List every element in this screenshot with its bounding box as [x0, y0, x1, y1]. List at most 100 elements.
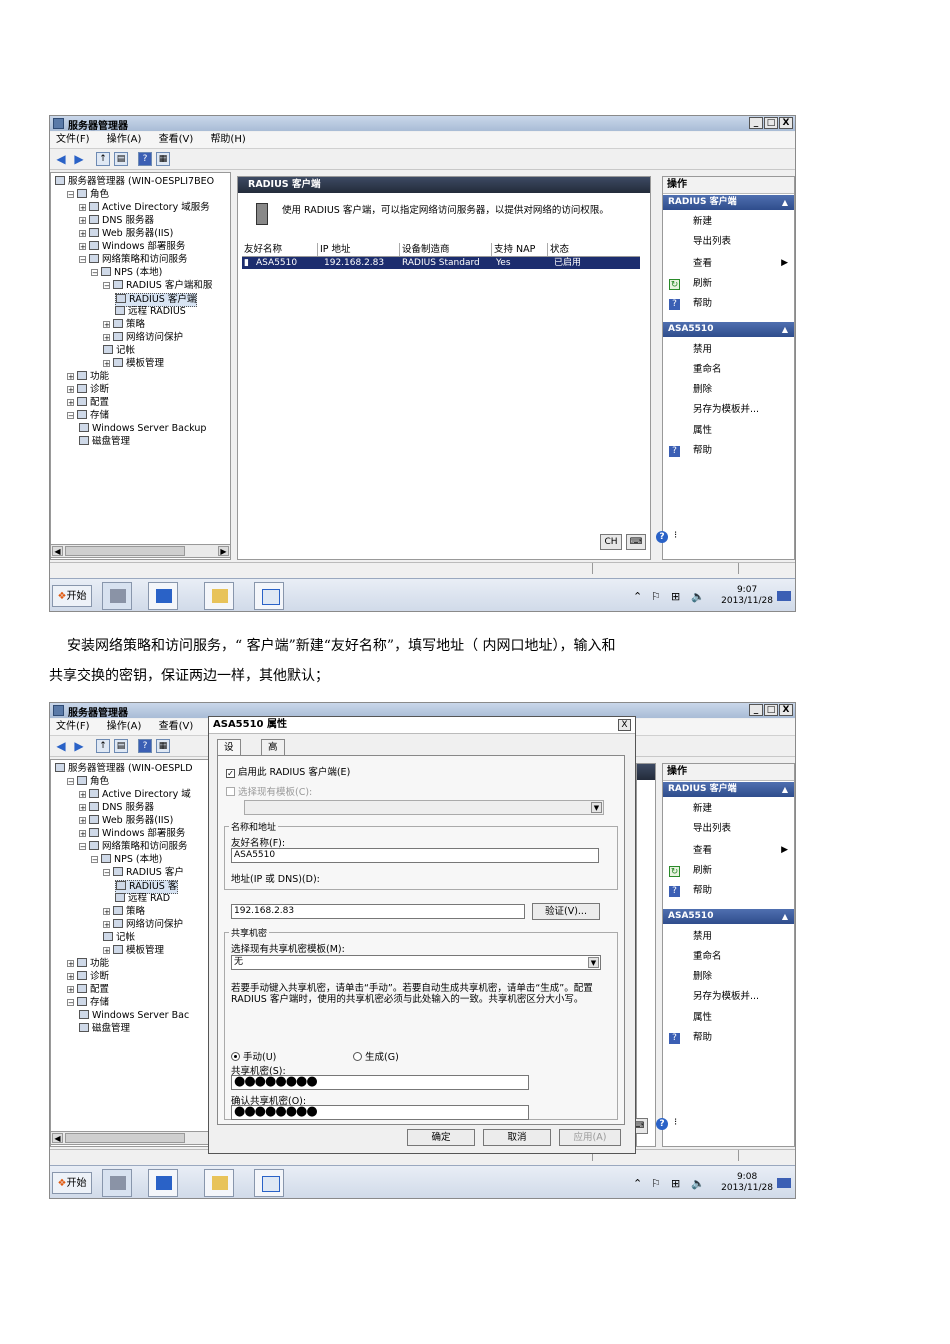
- chevron-down-icon[interactable]: ▼: [591, 802, 602, 813]
- tree-node[interactable]: 磁盘管理: [79, 1023, 130, 1035]
- tree-node[interactable]: 磁盘管理: [79, 436, 130, 448]
- action-rename[interactable]: 重命名: [693, 950, 722, 964]
- tree-node[interactable]: − RADIUS 客户: [103, 867, 184, 879]
- network-icon[interactable]: ⊞: [671, 1177, 680, 1190]
- tree-node[interactable]: + 功能: [67, 958, 109, 970]
- show-tree-icon[interactable]: ▤: [114, 739, 128, 753]
- tree-node[interactable]: 服务器管理器 (WIN-OESPLI7BEO: [55, 176, 214, 188]
- menu-view[interactable]: 查看(V): [159, 719, 194, 735]
- tree-node[interactable]: + Web 服务器(IIS): [79, 228, 173, 240]
- menu-view[interactable]: 查看(V): [159, 132, 194, 148]
- ok-button[interactable]: 确定: [407, 1129, 475, 1146]
- menu-file[interactable]: 文件(F): [56, 719, 90, 735]
- action-new[interactable]: 新建: [693, 215, 712, 229]
- taskbar-explorer[interactable]: [204, 1169, 234, 1197]
- tree-node[interactable]: − RADIUS 客户端和服: [103, 280, 212, 292]
- help-icon[interactable]: ?: [138, 739, 152, 753]
- action-refresh[interactable]: 刷新: [693, 864, 712, 878]
- menu-action[interactable]: 操作(A): [107, 719, 142, 735]
- close-button[interactable]: X: [779, 704, 793, 716]
- confirm-secret-input[interactable]: ●●●●●●●●: [231, 1105, 529, 1120]
- expand-icon[interactable]: +: [67, 373, 74, 381]
- action-rename[interactable]: 重命名: [693, 363, 722, 377]
- action-delete[interactable]: 删除: [693, 383, 712, 397]
- tree-node[interactable]: + 网络访问保护: [103, 332, 183, 344]
- tree-node[interactable]: + Windows 部署服务: [79, 828, 185, 840]
- tree-node[interactable]: RADIUS 客: [115, 880, 179, 894]
- collapse-icon[interactable]: ▲: [782, 322, 788, 337]
- show-hidden-icons[interactable]: ⌃: [633, 1177, 642, 1190]
- dialog-title[interactable]: ASA5510 属性: [209, 717, 635, 734]
- col-friendly-name[interactable]: 友好名称: [242, 243, 318, 256]
- expand-icon[interactable]: +: [79, 243, 86, 251]
- taskbar-powershell[interactable]: [148, 1169, 178, 1197]
- expand-icon[interactable]: +: [103, 908, 110, 916]
- actions-section-radius-clients[interactable]: RADIUS 客户端 ▲: [663, 782, 794, 797]
- scroll-thumb[interactable]: [65, 1133, 185, 1143]
- tree-node[interactable]: + 网络访问保护: [103, 919, 183, 931]
- scroll-thumb[interactable]: [65, 546, 185, 556]
- tree-horizontal-scrollbar[interactable]: ◀ ▶: [50, 544, 231, 558]
- back-arrow-icon[interactable]: ◀: [54, 739, 68, 753]
- tree-node[interactable]: + 配置: [67, 984, 109, 996]
- show-desktop-icon[interactable]: [777, 591, 791, 601]
- col-ip-address[interactable]: IP 地址: [318, 243, 400, 256]
- tree-node[interactable]: − 存储: [67, 410, 109, 422]
- tab-advanced[interactable]: 高级: [261, 739, 285, 769]
- actions-section-radius-clients[interactable]: RADIUS 客户端 ▲: [663, 195, 794, 210]
- action-help[interactable]: 帮助: [693, 297, 712, 311]
- tree-node[interactable]: RADIUS 客户端: [115, 293, 198, 307]
- clock[interactable]: 9:07 2013/11/28: [721, 585, 773, 607]
- shared-secret-input[interactable]: ●●●●●●●●: [231, 1075, 529, 1090]
- expand-icon[interactable]: +: [103, 947, 110, 955]
- up-folder-icon[interactable]: ↑: [96, 739, 110, 753]
- expand-icon[interactable]: +: [79, 817, 86, 825]
- help-icon[interactable]: ?: [138, 152, 152, 166]
- tree-node[interactable]: − NPS (本地): [91, 267, 162, 279]
- tab-settings[interactable]: 设置: [217, 739, 241, 769]
- close-button[interactable]: X: [779, 117, 793, 129]
- start-button[interactable]: ❖开始: [52, 1172, 92, 1194]
- tree-node[interactable]: + 功能: [67, 371, 109, 383]
- tree-node[interactable]: − 角色: [67, 189, 109, 201]
- expand-icon[interactable]: +: [103, 334, 110, 342]
- collapse-icon[interactable]: −: [79, 256, 86, 264]
- checkbox-unchecked-icon[interactable]: [226, 787, 235, 796]
- action-view[interactable]: 查看: [693, 844, 712, 858]
- action-refresh[interactable]: 刷新: [693, 277, 712, 291]
- taskbar-server-manager[interactable]: [102, 1169, 132, 1197]
- action-disable[interactable]: 禁用: [693, 930, 712, 944]
- apply-button[interactable]: 应用(A): [559, 1129, 621, 1146]
- tree-node[interactable]: + 模板管理: [103, 358, 164, 370]
- expand-icon[interactable]: +: [67, 960, 74, 968]
- options-icon[interactable]: ⁝: [674, 1117, 677, 1128]
- action-view[interactable]: 查看: [693, 257, 712, 271]
- scroll-left-arrow-icon[interactable]: ◀: [52, 546, 63, 556]
- verify-button[interactable]: 验证(V)...: [532, 903, 600, 920]
- menu-help[interactable]: 帮助(H): [210, 132, 245, 148]
- maximize-button[interactable]: □: [764, 704, 778, 716]
- clock[interactable]: 9:08 2013/11/28: [721, 1172, 773, 1194]
- tree-node[interactable]: 服务器管理器 (WIN-OESPLD: [55, 763, 193, 775]
- action-save-as-template[interactable]: 另存为模板并...: [693, 403, 759, 417]
- action-save-as-template[interactable]: 另存为模板并...: [693, 990, 759, 1004]
- action-disable[interactable]: 禁用: [693, 343, 712, 357]
- menu-action[interactable]: 操作(A): [107, 132, 142, 148]
- expand-icon[interactable]: +: [67, 386, 74, 394]
- collapse-icon[interactable]: ▲: [782, 195, 788, 210]
- collapse-icon[interactable]: −: [67, 999, 74, 1007]
- language-indicator[interactable]: CH: [600, 534, 622, 550]
- tree-node[interactable]: − NPS (本地): [91, 854, 162, 866]
- menu-file[interactable]: 文件(F): [56, 132, 90, 148]
- window-titlebar[interactable]: 服务器管理器 _ □ X: [50, 116, 795, 132]
- collapse-icon[interactable]: −: [67, 412, 74, 420]
- tree-node[interactable]: − 网络策略和访问服务: [79, 254, 188, 266]
- properties-icon[interactable]: ▦: [156, 152, 170, 166]
- existing-template-checkbox[interactable]: 选择现有模板(C):: [226, 784, 312, 798]
- col-nap[interactable]: 支持 NAP: [492, 243, 548, 256]
- taskbar-explorer[interactable]: [204, 582, 234, 610]
- keyboard-icon[interactable]: ⌨: [626, 534, 646, 550]
- tree-node[interactable]: + 诊断: [67, 971, 109, 983]
- tree-node[interactable]: Windows Server Backup: [79, 423, 206, 435]
- expand-icon[interactable]: +: [79, 830, 86, 838]
